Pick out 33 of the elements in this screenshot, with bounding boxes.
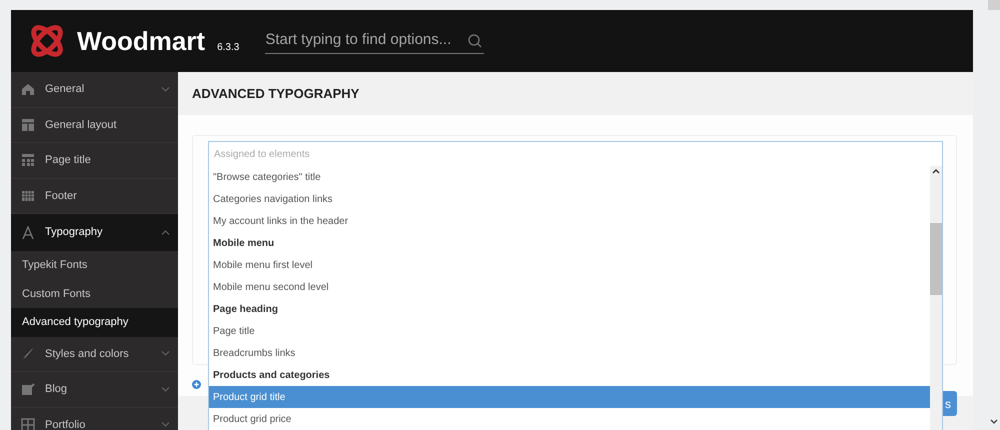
search-icon — [468, 34, 482, 48]
dropdown-option[interactable]: Mobile menu first level — [209, 254, 930, 276]
option-group-label: Page heading — [212, 302, 280, 316]
brush-icon — [21, 346, 35, 361]
option-group-label: Mobile menu — [212, 236, 276, 250]
scrollbar[interactable] — [930, 166, 942, 430]
dropdown-option[interactable]: My account links in the header — [209, 210, 930, 232]
home-icon — [21, 82, 35, 96]
scroll-down-icon[interactable] — [990, 419, 998, 425]
dropdown-option[interactable]: Mobile menu second level — [209, 276, 930, 298]
edit-icon — [21, 382, 35, 396]
version-number: 6.3.3 — [217, 40, 240, 54]
dropdown-search-field[interactable]: Assigned to elements — [214, 146, 937, 162]
keyboard-icon — [21, 188, 35, 203]
dropdown-option[interactable]: Breadcrumbs links — [209, 342, 930, 364]
letter-icon — [21, 226, 35, 240]
brand-name: Woodmart — [77, 24, 206, 58]
dropdown-option[interactable]: Page title — [209, 320, 930, 342]
scrollbar-thumb[interactable] — [930, 223, 942, 295]
dropdown-option[interactable]: "Browse categories" title — [209, 166, 930, 188]
table-icon — [21, 153, 35, 168]
scroll-up-icon[interactable] — [932, 168, 940, 174]
page-scrollbar-thumb[interactable] — [988, 0, 1000, 10]
submenu-item[interactable]: Advanced typography — [11, 308, 178, 336]
section-title: ADVANCED TYPOGRAPHY — [192, 84, 360, 103]
option-group-label: Products and categories — [212, 368, 331, 382]
grid-icon — [21, 418, 35, 430]
add-icon — [192, 380, 201, 389]
dropdown-option[interactable]: Product grid price — [209, 408, 930, 430]
dropdown-option[interactable]: Categories navigation links — [209, 188, 930, 210]
sidebar-item[interactable]: Typography — [11, 214, 178, 251]
search-field[interactable]: Start typing to find options... — [265, 28, 484, 54]
layout-icon — [21, 118, 35, 132]
